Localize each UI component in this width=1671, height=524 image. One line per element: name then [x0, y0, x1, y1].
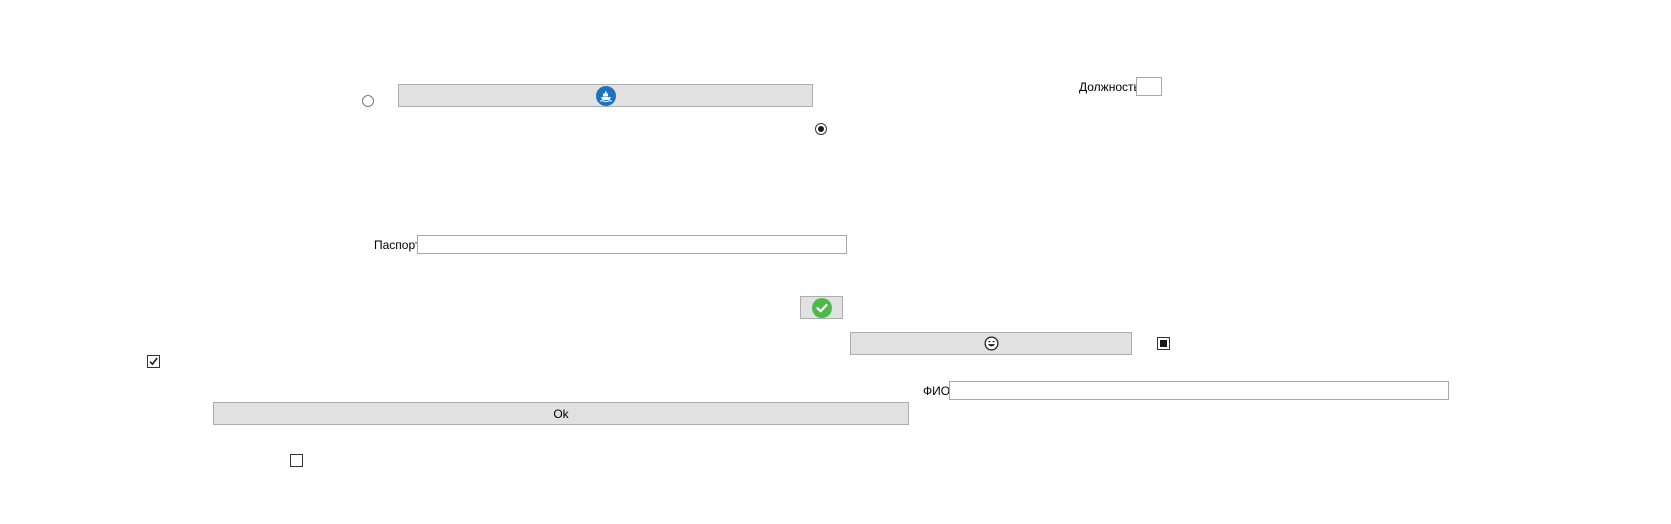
checkbox-right-indeterminate[interactable] [1157, 337, 1170, 350]
smiley-button[interactable] [850, 332, 1132, 355]
passport-input[interactable] [417, 235, 847, 254]
checkmark-icon [811, 297, 832, 318]
position-label: Должность [1079, 80, 1140, 94]
checkbox-bottom-unchecked[interactable] [290, 454, 303, 467]
ship-button[interactable] [398, 84, 813, 107]
radio-selected-dot [818, 126, 824, 132]
ok-button[interactable]: Ok [213, 402, 909, 425]
radio-left[interactable] [362, 95, 374, 107]
ship-icon [595, 85, 616, 106]
checkmark-glyph-icon [149, 357, 158, 366]
smiley-icon [984, 336, 998, 351]
radio-right[interactable] [815, 123, 827, 135]
position-input[interactable] [1136, 77, 1162, 96]
checkbox-left-checked[interactable] [147, 355, 160, 368]
checkbox-indeterminate-mark [1160, 340, 1167, 347]
passport-label: Паспорт [374, 238, 421, 252]
fio-input[interactable] [949, 381, 1449, 400]
check-button[interactable] [800, 296, 843, 319]
fio-label: ФИО [923, 384, 951, 398]
